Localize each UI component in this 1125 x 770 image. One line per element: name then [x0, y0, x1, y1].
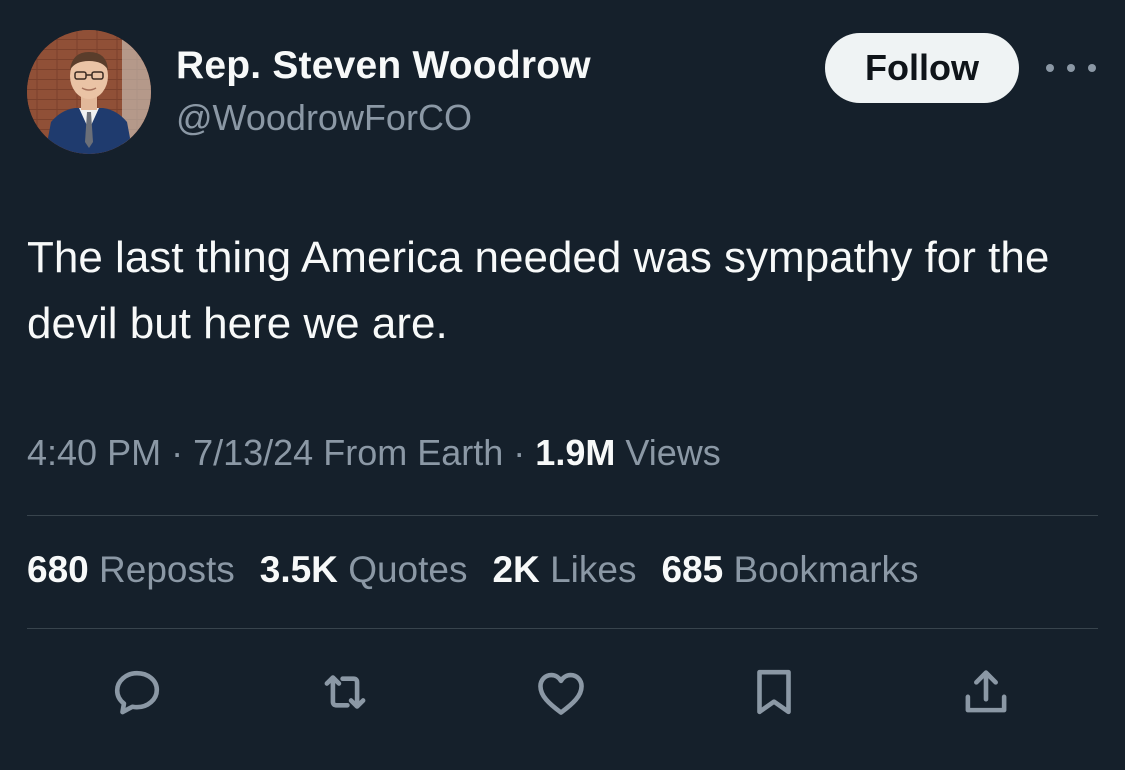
tweet-metadata: 4:40 PM · 7/13/24 From Earth · 1.9M View…	[27, 432, 721, 474]
repost-button[interactable]	[315, 662, 375, 722]
share-button[interactable]	[956, 662, 1016, 722]
views-label: Views	[625, 432, 721, 473]
divider	[27, 628, 1098, 629]
tweet-date[interactable]: 7/13/24	[193, 432, 313, 473]
stat-likes[interactable]: 2K Likes	[492, 549, 636, 591]
more-icon[interactable]	[1046, 57, 1096, 79]
views-count[interactable]: 1.9M	[535, 432, 615, 473]
repost-icon	[324, 675, 366, 709]
author-name[interactable]: Rep. Steven Woodrow	[176, 44, 591, 88]
stat-count: 3.5K	[259, 549, 338, 590]
stat-label: Bookmarks	[733, 549, 919, 590]
stat-count: 2K	[492, 549, 540, 590]
like-button[interactable]	[531, 662, 591, 722]
reply-icon	[114, 670, 160, 715]
follow-button[interactable]: Follow	[825, 33, 1019, 103]
stat-bookmarks[interactable]: 685 Bookmarks	[661, 549, 918, 591]
stat-label: Quotes	[348, 549, 468, 590]
bookmark-button[interactable]	[744, 662, 804, 722]
divider	[27, 515, 1098, 516]
stat-count: 680	[27, 549, 89, 590]
stat-count: 685	[661, 549, 724, 590]
bookmark-icon	[757, 669, 791, 715]
reply-button[interactable]	[107, 662, 167, 722]
separator-dot: ·	[513, 432, 536, 473]
stat-label: Likes	[550, 549, 637, 590]
tweet-text: The last thing America needed was sympat…	[27, 233, 1050, 348]
avatar[interactable]	[27, 30, 151, 154]
tweet-detail: Rep. Steven Woodrow @WoodrowForCO Follow…	[0, 0, 1125, 770]
avatar-photo	[27, 30, 151, 154]
stat-reposts[interactable]: 680 Reposts	[27, 549, 235, 591]
stat-label: Reposts	[99, 549, 235, 590]
author-handle[interactable]: @WoodrowForCO	[176, 97, 472, 139]
separator-dot: ·	[171, 432, 194, 473]
tweet-source: From Earth	[323, 432, 504, 473]
heart-icon	[538, 672, 584, 715]
tweet-time[interactable]: 4:40 PM	[27, 432, 161, 473]
stat-quotes[interactable]: 3.5K Quotes	[260, 549, 468, 591]
share-icon	[965, 670, 1007, 713]
engagement-stats: 680 Reposts 3.5K Quotes 2K Likes 685 Boo…	[27, 549, 944, 591]
